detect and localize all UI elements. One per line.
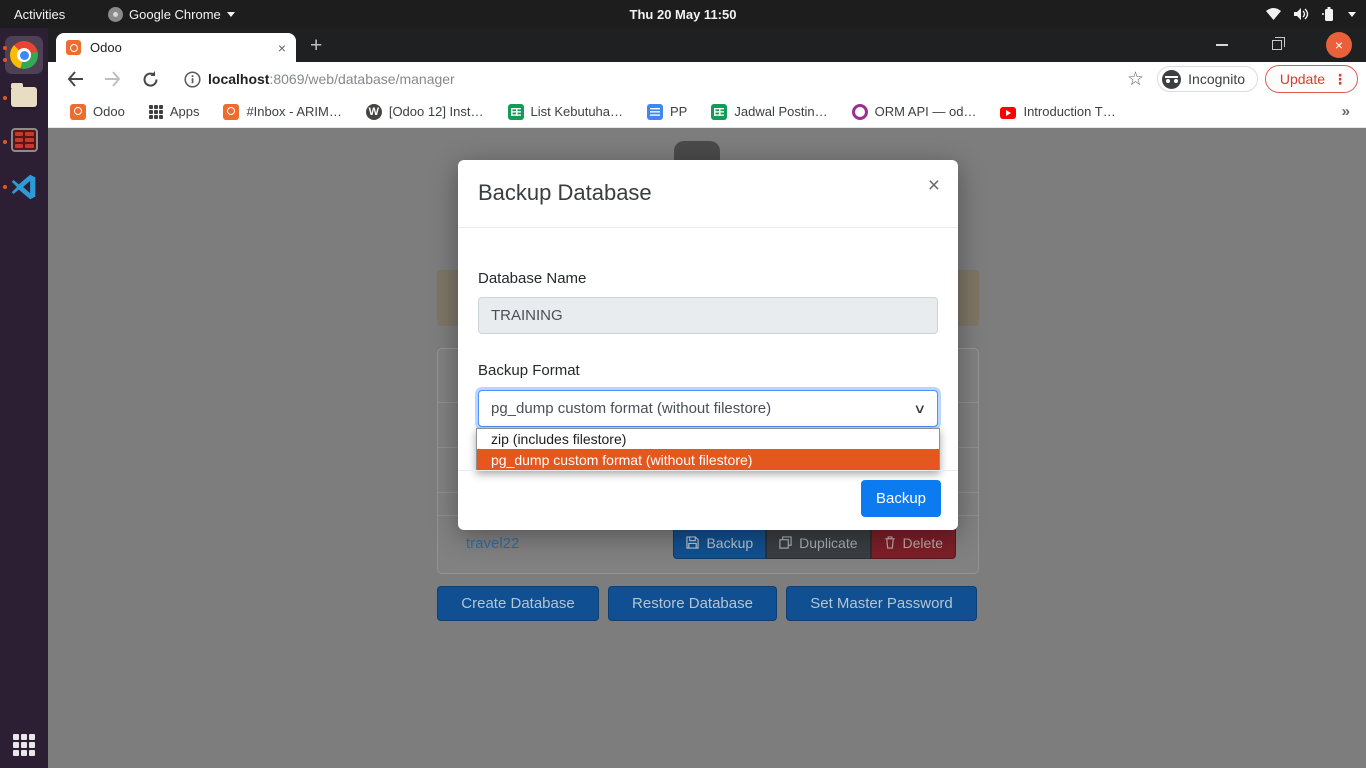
bookmark-inbox[interactable]: #Inbox - ARIM… — [211, 104, 353, 120]
restore-button[interactable] — [1272, 40, 1282, 50]
floppy-icon — [686, 536, 699, 549]
caret-down-icon — [227, 12, 235, 17]
system-tray[interactable] — [1265, 0, 1356, 28]
selected-format-value: pg_dump custom format (without filestore… — [491, 400, 771, 417]
running-dot — [3, 140, 7, 144]
backup-format-dropdown: zip (includes filestore) pg_dump custom … — [476, 428, 940, 471]
vscode-icon — [10, 173, 38, 201]
page-info-icon[interactable] — [184, 62, 201, 96]
chrome-icon — [10, 41, 38, 69]
activities-button[interactable]: Activities — [14, 0, 65, 28]
running-dot — [3, 96, 7, 100]
running-dot — [3, 58, 7, 62]
tab-close-icon[interactable]: × — [278, 40, 286, 56]
row-duplicate-button[interactable]: Duplicate — [766, 526, 870, 559]
incognito-icon — [1162, 70, 1181, 89]
new-tab-button[interactable]: + — [310, 36, 322, 56]
clock[interactable]: Thu 20 May 11:50 — [630, 0, 737, 28]
modal-close-button[interactable]: × — [928, 174, 940, 198]
bookmark-list-kebutuhan[interactable]: List Kebutuha… — [496, 104, 636, 120]
database-name-input[interactable] — [478, 297, 938, 334]
reload-button[interactable] — [142, 62, 159, 96]
wordpress-icon: W — [366, 104, 382, 120]
apps-grid-icon — [13, 734, 35, 756]
volume-icon — [1294, 7, 1310, 21]
bookmark-orm-api[interactable]: ORM API — od… — [840, 104, 989, 120]
odoo-favicon — [66, 40, 81, 55]
backup-format-label: Backup Format — [478, 362, 580, 379]
running-dot — [3, 46, 7, 50]
wifi-icon — [1265, 7, 1282, 21]
incognito-badge[interactable]: Incognito — [1157, 66, 1258, 92]
update-button[interactable]: Update ⋮ — [1265, 65, 1358, 93]
browser-menu-icon[interactable]: ⋮ — [1333, 71, 1347, 88]
tab-strip: Odoo × + × — [48, 28, 1366, 62]
odoo-logo-dimmed — [674, 141, 720, 161]
row-delete-button[interactable]: Delete — [871, 526, 956, 559]
dock-item-vscode[interactable] — [0, 173, 48, 201]
chevron-down-icon: ∨ — [914, 401, 927, 417]
files-folder-icon — [11, 87, 37, 107]
backup-database-modal: Backup Database × Database Name Backup F… — [458, 160, 958, 530]
window-controls: × — [1216, 28, 1352, 62]
tab-title: Odoo — [90, 40, 269, 55]
apps-grid-icon — [149, 105, 163, 119]
google-sheets-icon — [711, 104, 727, 120]
bookmark-odoo[interactable]: Odoo — [58, 104, 137, 120]
database-manager-footer-buttons: Create Database Restore Database Set Mas… — [437, 586, 1037, 621]
system-top-bar: Activities Google Chrome Thu 20 May 11:5… — [0, 0, 1366, 28]
tab-odoo[interactable]: Odoo × — [56, 33, 296, 62]
red-grid-app-icon — [11, 128, 38, 152]
running-dot — [3, 185, 7, 189]
odoo-icon — [70, 104, 86, 120]
address-bar[interactable]: localhost:8069/web/database/manager — [208, 62, 455, 96]
option-zip[interactable]: zip (includes filestore) — [477, 429, 939, 449]
bookmark-jadwal-posting[interactable]: Jadwal Postin… — [699, 104, 839, 120]
bookmark-pp[interactable]: PP — [635, 104, 699, 120]
backup-format-select[interactable]: pg_dump custom format (without filestore… — [478, 390, 938, 427]
set-master-password-button[interactable]: Set Master Password — [786, 586, 977, 621]
ubuntu-dock — [0, 28, 48, 768]
minimize-button[interactable] — [1216, 44, 1228, 46]
backup-submit-button[interactable]: Backup — [861, 480, 941, 517]
back-button[interactable] — [66, 62, 84, 96]
bookmark-introduction[interactable]: Introduction T… — [988, 104, 1127, 119]
database-row-actions: Backup Duplicate Delete — [673, 526, 956, 559]
purple-ring-icon — [852, 104, 868, 120]
dock-item-chrome[interactable] — [5, 36, 43, 74]
dock-item-red-app[interactable] — [0, 128, 48, 152]
copy-icon — [779, 536, 792, 549]
bookmarks-bar: Odoo Apps #Inbox - ARIM… W[Odoo 12] Inst… — [48, 96, 1366, 128]
google-docs-icon — [647, 104, 663, 120]
odoo-icon — [223, 104, 239, 120]
trash-icon — [884, 536, 896, 549]
bookmark-apps[interactable]: Apps — [137, 104, 212, 119]
database-link-travel22[interactable]: travel22 — [466, 535, 519, 552]
app-menu[interactable]: Google Chrome — [108, 0, 235, 28]
show-applications-button[interactable] — [0, 733, 48, 756]
google-sheets-icon — [508, 104, 524, 120]
modal-footer: Backup — [458, 470, 958, 530]
modal-title: Backup Database — [478, 180, 652, 206]
browser-toolbar: localhost:8069/web/database/manager ☆ In… — [48, 62, 1366, 96]
row-backup-button[interactable]: Backup — [673, 526, 766, 559]
forward-button[interactable] — [104, 62, 122, 96]
close-icon: × — [1335, 37, 1343, 53]
dock-item-files[interactable] — [0, 83, 48, 107]
option-pgdump-highlighted[interactable]: pg_dump custom format (without filestore… — [477, 449, 939, 470]
bookmarks-overflow-chevron[interactable]: » — [1342, 103, 1366, 120]
modal-header: Backup Database × — [458, 160, 958, 228]
close-window-button[interactable]: × — [1326, 32, 1352, 58]
caret-down-icon — [1348, 12, 1356, 17]
url-path: :8069/web/database/manager — [269, 71, 454, 87]
chrome-mini-icon — [108, 7, 123, 22]
url-host: localhost — [208, 71, 269, 87]
bookmark-odoo12-install[interactable]: W[Odoo 12] Inst… — [354, 104, 496, 120]
bookmark-star-icon[interactable]: ☆ — [1127, 62, 1144, 96]
create-database-button[interactable]: Create Database — [437, 586, 599, 621]
battery-icon — [1322, 6, 1336, 22]
database-name-label: Database Name — [478, 270, 586, 287]
youtube-icon — [1000, 107, 1016, 119]
restore-database-button[interactable]: Restore Database — [608, 586, 777, 621]
